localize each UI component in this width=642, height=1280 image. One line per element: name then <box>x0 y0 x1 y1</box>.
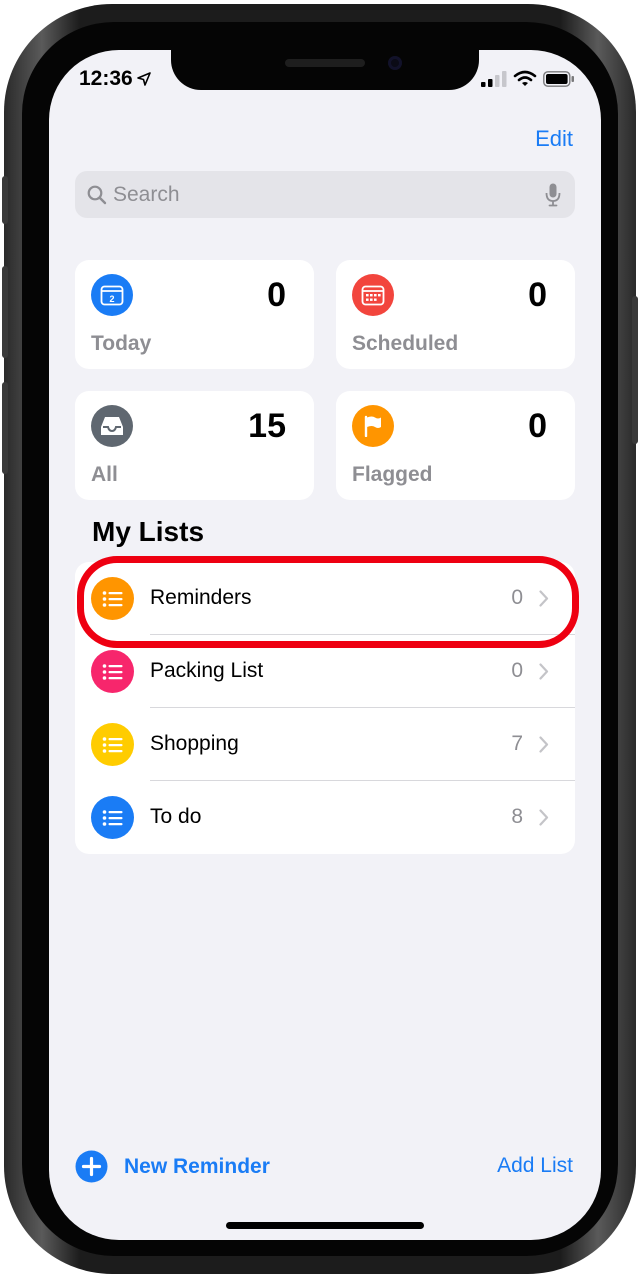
flagged-count: 0 <box>528 407 547 445</box>
microphone-icon[interactable] <box>545 183 561 207</box>
all-label: All <box>91 463 118 486</box>
add-list-button[interactable]: Add List <box>497 1154 573 1178</box>
list-item-to-do[interactable]: To do 8 <box>75 781 575 854</box>
list-bullet-icon <box>91 723 134 766</box>
edit-button[interactable]: Edit <box>535 126 573 152</box>
search-icon <box>87 185 107 204</box>
volume-down-button <box>2 382 8 474</box>
list-item-label: Packing List <box>150 659 264 682</box>
plus-circle-icon <box>75 1150 108 1183</box>
screen: 12:36 Edit Search 2 0 Today 0 Scheduled … <box>49 50 601 1240</box>
today-count: 0 <box>267 276 286 314</box>
tray-icon <box>91 405 133 447</box>
status-bar-time: 12:36 <box>79 67 151 91</box>
smart-list-flagged[interactable]: 0 Flagged <box>336 391 575 500</box>
phone-frame: 12:36 Edit Search 2 0 Today 0 Scheduled … <box>2 4 638 1274</box>
side-button <box>632 296 638 444</box>
calendar-scheduled-icon <box>352 274 394 316</box>
list-item-shopping[interactable]: Shopping 7 <box>75 708 575 781</box>
calendar-today-icon: 2 <box>91 274 133 316</box>
list-bullet-icon <box>91 650 134 693</box>
home-indicator <box>226 1222 424 1229</box>
list-item-count: 7 <box>511 732 523 755</box>
list-item-label: Reminders <box>150 586 252 609</box>
notch <box>171 50 479 90</box>
scheduled-label: Scheduled <box>352 332 459 355</box>
search-placeholder: Search <box>113 182 180 206</box>
new-reminder-label: New Reminder <box>124 1154 270 1178</box>
battery-icon <box>543 70 574 87</box>
chevron-right-icon <box>539 663 549 680</box>
chevron-right-icon <box>539 736 549 753</box>
chevron-right-icon <box>539 590 549 607</box>
wifi-icon <box>513 70 537 86</box>
list-item-packing-list[interactable]: Packing List 0 <box>75 635 575 708</box>
list-item-label: Shopping <box>150 732 239 755</box>
my-lists-title: My Lists <box>92 516 205 547</box>
list-item-count: 8 <box>511 805 523 828</box>
all-count: 15 <box>248 407 286 445</box>
speaker-grille <box>285 59 365 67</box>
chevron-right-icon <box>539 809 549 826</box>
scheduled-count: 0 <box>528 276 547 314</box>
smart-list-scheduled[interactable]: 0 Scheduled <box>336 260 575 369</box>
list-bullet-icon <box>91 577 134 620</box>
today-label: Today <box>91 332 152 355</box>
status-bar-icons <box>481 70 575 87</box>
mute-switch <box>2 176 8 224</box>
list-item-reminders[interactable]: Reminders 0 <box>75 562 575 635</box>
flagged-label: Flagged <box>352 463 433 486</box>
smart-list-all[interactable]: 15 All <box>75 391 314 500</box>
volume-up-button <box>2 266 8 358</box>
list-item-count: 0 <box>511 659 523 682</box>
cellular-signal-icon <box>481 70 507 87</box>
location-arrow-icon <box>136 72 151 86</box>
new-reminder-button[interactable]: New Reminder <box>75 1150 270 1183</box>
list-bullet-icon <box>91 796 134 839</box>
search-input[interactable]: Search <box>75 171 575 218</box>
smart-list-today[interactable]: 2 0 Today <box>75 260 314 369</box>
time-label: 12:36 <box>79 67 133 90</box>
front-camera <box>388 56 402 70</box>
list-item-label: To do <box>150 805 202 828</box>
flag-icon <box>352 405 394 447</box>
list-item-count: 0 <box>511 586 523 609</box>
my-lists-group: Reminders 0 Packing List 0 Shopping 7 To… <box>75 562 575 854</box>
svg-text:2: 2 <box>109 294 114 304</box>
